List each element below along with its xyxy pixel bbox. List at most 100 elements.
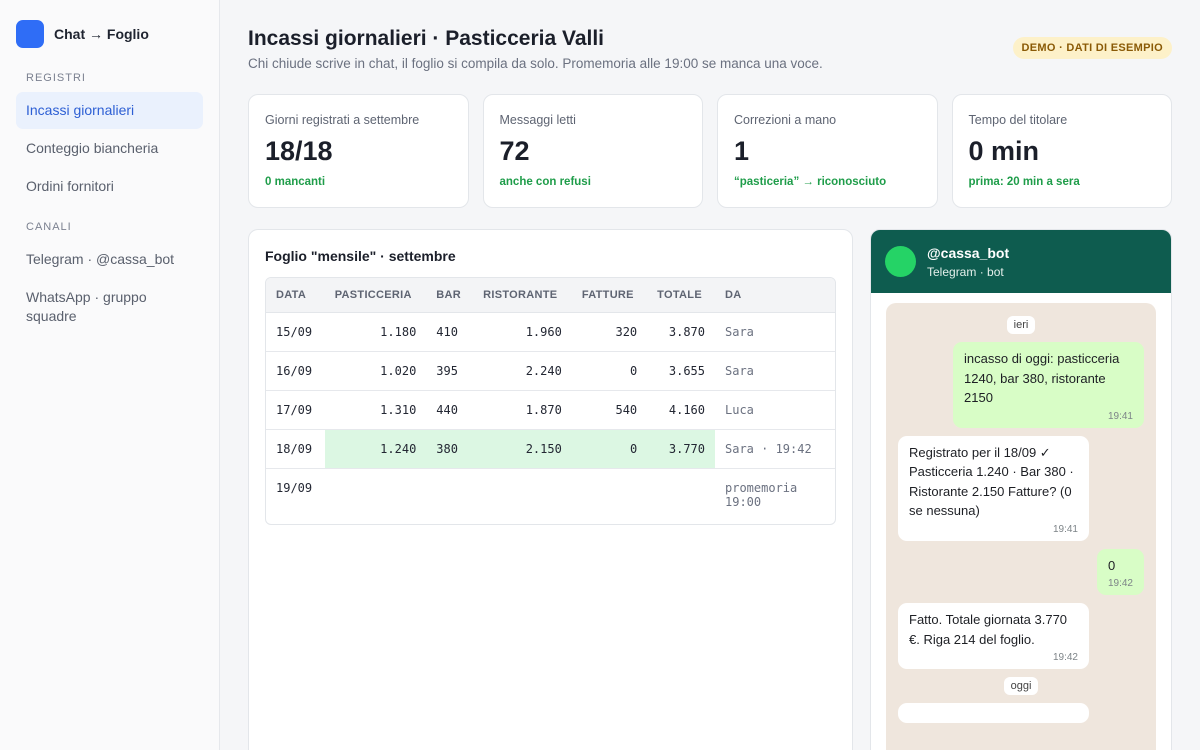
- cell-pasticceria: [325, 468, 427, 524]
- cell-data: 19/09: [276, 480, 313, 495]
- sidebar-item-conteggio-biancheria[interactable]: Conteggio biancheria: [16, 130, 203, 167]
- cell-ristorante: 1.870: [473, 390, 572, 430]
- stat-card-tempo: Tempo del titolare 0 min prima: 20 min a…: [951, 94, 1172, 208]
- sheet-card: Foglio "mensile" · settembre DATA PASTIC…: [248, 229, 853, 750]
- cell-totale: 3.770: [647, 429, 715, 469]
- table-row[interactable]: 15/09 1.180 410 1.960 320 3.870 Sara: [266, 312, 835, 352]
- stat-note: 0 mancanti: [265, 176, 326, 188]
- sheet-title: Foglio "mensile" · settembre: [265, 248, 456, 264]
- message-text: incasso di oggi: pasticceria 1240, bar 3…: [964, 351, 1120, 405]
- app-name: Chat → Foglio: [54, 26, 149, 42]
- sidebar-item-ordini-fornitori[interactable]: Ordini fornitori: [16, 168, 203, 205]
- cell-da: promemoria 19:00: [725, 480, 798, 509]
- column-header-fatture[interactable]: FATTURE: [571, 278, 648, 313]
- column-header-data[interactable]: DATA: [266, 278, 325, 313]
- cell-da: Sara: [715, 312, 835, 352]
- stat-label: Giorni registrati a settembre: [265, 113, 420, 127]
- cell-data: 18/09: [266, 429, 325, 469]
- stat-label: Messaggi letti: [499, 113, 576, 127]
- cell-data: 17/09: [266, 390, 325, 430]
- sidebar-item-whatsapp[interactable]: WhatsApp · gruppo squadre: [16, 279, 203, 335]
- cell-totale: [647, 468, 715, 524]
- message-incoming-partial: [898, 703, 1089, 723]
- message-text: Fatto. Totale giornata 3.770 €. Riga 214…: [909, 612, 1068, 647]
- app-logo-icon: [16, 20, 44, 48]
- sidebar: Chat → Foglio REGISTRI Incassi giornalie…: [0, 0, 220, 750]
- message-outgoing: incasso di oggi: pasticceria 1240, bar 3…: [953, 342, 1144, 428]
- stat-label: Tempo del titolare: [968, 113, 1068, 127]
- sidebar-item-telegram[interactable]: Telegram · @cassa_bot: [16, 241, 203, 278]
- page-title: Incassi giornalieri · Pasticceria Valli: [248, 27, 605, 50]
- column-header-ristorante[interactable]: RISTORANTE: [473, 278, 572, 313]
- cell-bar: 440: [426, 390, 474, 430]
- message-time: 19:42: [1107, 578, 1133, 589]
- chat-panel: @cassa_bot Telegram · bot ieri incasso d…: [870, 229, 1172, 750]
- cell-ristorante: 2.240: [473, 351, 572, 391]
- stat-value: 1: [734, 136, 750, 166]
- brand[interactable]: Chat → Foglio: [16, 20, 203, 48]
- cell-fatture: 0: [571, 351, 648, 391]
- cell-bar: 410: [426, 312, 474, 352]
- cell-fatture: 0: [571, 429, 648, 469]
- page-subtitle: Chi chiude scrive in chat, il foglio si …: [248, 56, 823, 71]
- cell-bar: 395: [426, 351, 474, 391]
- cell-da: Sara · 19:42: [715, 429, 835, 469]
- cell-fatture: 320: [571, 312, 648, 352]
- cell-totale: 3.655: [647, 351, 715, 391]
- day-separator: oggi: [1003, 677, 1039, 695]
- cell-bar: [426, 468, 473, 524]
- message-time: 19:41: [1052, 523, 1078, 535]
- cell-fatture: 540: [571, 390, 648, 430]
- column-header-bar[interactable]: BAR: [426, 278, 474, 313]
- stat-note: prima: 20 min a sera: [968, 176, 1080, 188]
- cell-ristorante: [473, 468, 572, 524]
- chat-header: @cassa_bot Telegram · bot: [871, 230, 1171, 293]
- message-text: 0: [1107, 557, 1116, 573]
- cell-pasticceria: 1.020: [324, 351, 427, 391]
- stat-note: anche con refusi: [499, 176, 591, 188]
- stat-card-giorni: Giorni registrati a settembre 18/18 0 ma…: [248, 94, 469, 208]
- day-separator: ieri: [1006, 316, 1036, 334]
- cell-pasticceria: 1.310: [324, 390, 427, 430]
- cell-da: Luca: [715, 390, 835, 430]
- cell-pasticceria: 1.240: [324, 429, 427, 469]
- cell-ristorante: 1.960: [473, 312, 572, 352]
- cell-data: 15/09: [266, 312, 325, 352]
- table-header-row: DATA PASTICCERIA BAR RISTORANTE FATTURE …: [266, 278, 835, 313]
- demo-badge: DEMO · DATI DI ESEMPIO: [1012, 37, 1172, 59]
- message-incoming: Registrato per il 18/09 ✓ Pasticceria 1.…: [898, 435, 1089, 541]
- cell-bar: 380: [426, 429, 474, 469]
- sidebar-item-incassi-giornalieri[interactable]: Incassi giornalieri: [16, 92, 203, 129]
- section-label-canali: CANALI: [26, 221, 72, 233]
- cell-da: Sara: [715, 351, 835, 391]
- stat-value: 72: [499, 136, 530, 166]
- stat-card-correzioni: Correzioni a mano 1 “pasticeria” → ricon…: [717, 94, 938, 208]
- table-row[interactable]: 16/09 1.020 395 2.240 0 3.655 Sara: [266, 351, 835, 391]
- stat-value: 0 min: [968, 136, 1040, 166]
- cell-pasticceria: 1.180: [324, 312, 427, 352]
- stat-card-messaggi: Messaggi letti 72 anche con refusi: [482, 94, 703, 208]
- stat-value: 18/18: [265, 136, 333, 166]
- cell-ristorante: 2.150: [473, 429, 572, 469]
- sheet-table: DATA PASTICCERIA BAR RISTORANTE FATTURE …: [265, 277, 836, 525]
- message-text: Registrato per il 18/09 ✓ Pasticceria 1.…: [909, 444, 1074, 519]
- chat-subtitle: Telegram · bot: [927, 264, 1004, 279]
- column-header-totale[interactable]: TOTALE: [647, 278, 715, 313]
- table-row[interactable]: 17/09 1.310 440 1.870 540 4.160 Luca: [266, 390, 835, 430]
- section-label-registri: REGISTRI: [26, 72, 86, 84]
- cell-totale: 3.870: [647, 312, 715, 352]
- table-row-pending[interactable]: 19/09 promemoria 19:00: [266, 468, 835, 524]
- bot-avatar: [885, 246, 916, 277]
- stat-note: “pasticeria” → riconosciuto: [734, 176, 887, 188]
- column-header-da[interactable]: DA: [715, 278, 835, 313]
- chat-messages[interactable]: ieri incasso di oggi: pasticceria 1240, …: [886, 303, 1156, 750]
- chat-name: @cassa_bot: [927, 244, 1010, 261]
- cell-totale: 4.160: [647, 390, 715, 430]
- message-time: 19:41: [1107, 410, 1133, 422]
- column-header-pasticceria[interactable]: PASTICCERIA: [324, 278, 427, 313]
- cell-fatture: [572, 468, 647, 524]
- message-outgoing: 0 19:42: [1096, 548, 1144, 595]
- table-row-highlighted[interactable]: 18/09 1.240 380 2.150 0 3.770 Sara · 19:…: [266, 429, 835, 469]
- cell-data: 16/09: [266, 351, 325, 391]
- stats-row: Giorni registrati a settembre 18/18 0 ma…: [248, 94, 1172, 208]
